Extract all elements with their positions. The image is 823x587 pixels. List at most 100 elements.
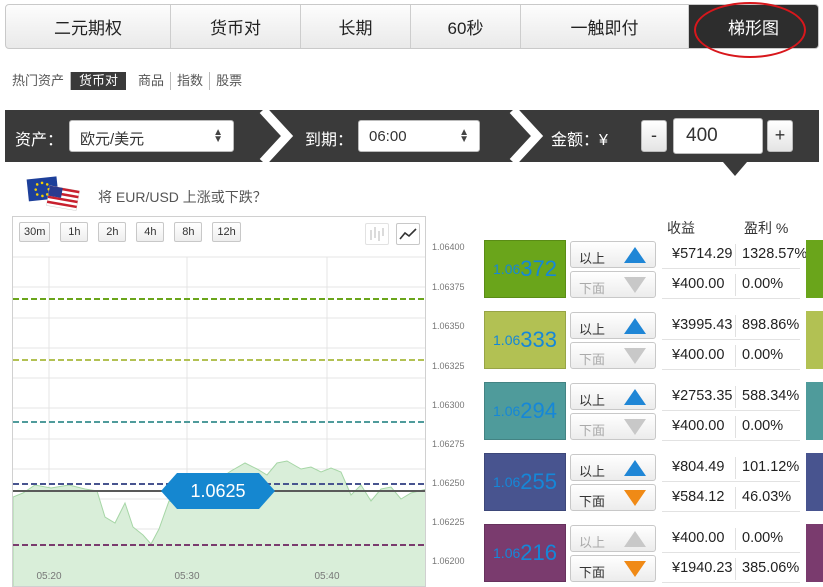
below-profit: 46.03% [742, 489, 792, 505]
below-label: 下面 [579, 565, 606, 580]
below-button[interactable]: 下面 [570, 413, 656, 440]
line-chart-button[interactable] [396, 223, 420, 245]
category-stocks[interactable]: 股票 [210, 72, 248, 90]
cell-divider [735, 244, 736, 266]
cell-divider [735, 487, 736, 509]
category-popular[interactable]: 热门资产 [12, 72, 72, 90]
below-profit: 0.00% [742, 347, 784, 363]
level-color-strip [806, 524, 823, 582]
ladder-row: 1.06 333 以上 下面 ¥3995.43 898.86% ¥400.00 … [484, 311, 823, 371]
up-arrow-icon [624, 460, 646, 476]
tab-60-seconds[interactable]: 60秒 [411, 5, 521, 48]
category-currency-pairs[interactable]: 货币对 [71, 72, 127, 90]
cell-divider [735, 558, 736, 580]
cell-divider [735, 315, 736, 337]
cell-divider [735, 416, 736, 438]
amount-decrease-button[interactable]: - [641, 120, 667, 152]
above-profit: 588.34% [742, 388, 800, 404]
below-payout: ¥400.00 [672, 418, 725, 434]
below-payout: ¥584.12 [672, 489, 725, 505]
up-arrow-icon [624, 318, 646, 334]
above-button[interactable]: 以上 [570, 241, 656, 268]
timeframe-4h-button[interactable]: 4h [136, 222, 165, 242]
category-indices[interactable]: 指数 [171, 72, 211, 90]
above-button[interactable]: 以上 [570, 454, 656, 481]
level-color-strip [806, 382, 823, 440]
below-values-cell: ¥400.00 0.00% [662, 271, 800, 299]
above-profit: 0.00% [742, 530, 784, 546]
above-payout: ¥5714.29 [672, 246, 733, 262]
amount-input[interactable] [673, 118, 763, 154]
level-color-strip [806, 311, 823, 369]
candlestick-chart-button[interactable] [365, 223, 389, 245]
above-button[interactable]: 以上 [570, 525, 656, 552]
toolbar-pointer [723, 162, 747, 176]
strike-level-prefix: 1.06 [493, 474, 521, 490]
up-arrow-icon [624, 531, 646, 547]
strike-level-box: 1.06 216 [484, 524, 566, 582]
down-arrow-icon [624, 348, 646, 364]
down-arrow-icon [624, 419, 646, 435]
asset-label: 资产： [15, 132, 64, 149]
asset-select[interactable]: 欧元/美元 ▲ ▼ [69, 120, 234, 152]
below-payout: ¥1940.23 [672, 560, 733, 576]
tab-ladder[interactable]: 梯形图 [689, 5, 818, 48]
y-tick-label: 1.06275 [432, 439, 465, 449]
below-button[interactable]: 下面 [570, 342, 656, 369]
timeframe-12h-button[interactable]: 12h [212, 222, 241, 242]
down-arrow-icon [624, 561, 646, 577]
timeframe-2h-button[interactable]: 2h [98, 222, 127, 242]
category-commodities[interactable]: 商品 [132, 72, 172, 90]
timeframe-8h-button[interactable]: 8h [174, 222, 203, 242]
tab-long-term[interactable]: 长期 [301, 5, 411, 48]
cell-divider [735, 528, 736, 550]
tab-currency-pairs[interactable]: 货币对 [171, 5, 301, 48]
above-payout: ¥3995.43 [672, 317, 733, 333]
below-values-cell: ¥1940.23 385.06% [662, 555, 800, 583]
y-tick-label: 1.06325 [432, 361, 465, 371]
expiry-value: 06:00 [369, 128, 407, 145]
below-button[interactable]: 下面 [570, 271, 656, 298]
below-profit: 0.00% [742, 418, 784, 434]
above-values-cell: ¥3995.43 898.86% [662, 312, 800, 340]
strike-level-box: 1.06 255 [484, 453, 566, 511]
amount-label: 金额：¥ [551, 132, 608, 149]
down-arrow-icon [624, 277, 646, 293]
asset-value: 欧元/美元 [80, 131, 145, 148]
asset-category-nav: 热门资产 货币对 商品 指数 股票 [12, 71, 248, 91]
above-profit: 1328.57% [742, 246, 808, 262]
x-tick-label: 05:40 [314, 571, 339, 582]
strike-level-suffix: 294 [520, 398, 557, 423]
tab-one-touch[interactable]: 一触即付 [521, 5, 689, 48]
timeframe-1h-button[interactable]: 1h [60, 222, 89, 242]
above-button[interactable]: 以上 [570, 383, 656, 410]
above-values-cell: ¥804.49 101.12% [662, 454, 800, 482]
strike-level-suffix: 255 [520, 469, 557, 494]
strike-level-suffix: 333 [520, 327, 557, 352]
ladder-row: 1.06 255 以上 下面 ¥804.49 101.12% ¥584.12 4… [484, 453, 823, 513]
level-color-strip [806, 240, 823, 298]
strike-level-prefix: 1.06 [493, 332, 521, 348]
y-tick-label: 1.06200 [432, 556, 465, 566]
below-button[interactable]: 下面 [570, 555, 656, 582]
candlestick-icon [370, 227, 384, 241]
strike-level-box: 1.06 333 [484, 311, 566, 369]
below-button[interactable]: 下面 [570, 484, 656, 511]
above-button[interactable]: 以上 [570, 312, 656, 339]
expiry-select[interactable]: 06:00 ▲ ▼ [358, 120, 480, 152]
price-chart[interactable]: 1.0625 05:20 05:30 05:40 30m 1h 2h 4h 8h… [12, 216, 426, 587]
y-tick-label: 1.06350 [432, 321, 465, 331]
payout-column-header: 收益 [667, 220, 695, 236]
above-label: 以上 [579, 393, 606, 408]
tab-binary-options[interactable]: 二元期权 [6, 5, 171, 48]
below-payout: ¥400.00 [672, 276, 725, 292]
cell-divider [735, 345, 736, 367]
timeframe-30m-button[interactable]: 30m [19, 222, 51, 242]
above-profit: 898.86% [742, 317, 800, 333]
line-chart-icon [399, 228, 417, 240]
above-label: 以上 [579, 322, 606, 337]
strike-level-prefix: 1.06 [493, 545, 521, 561]
amount-increase-button[interactable]: + [767, 120, 793, 152]
above-payout: ¥804.49 [672, 459, 725, 475]
below-values-cell: ¥584.12 46.03% [662, 484, 800, 512]
